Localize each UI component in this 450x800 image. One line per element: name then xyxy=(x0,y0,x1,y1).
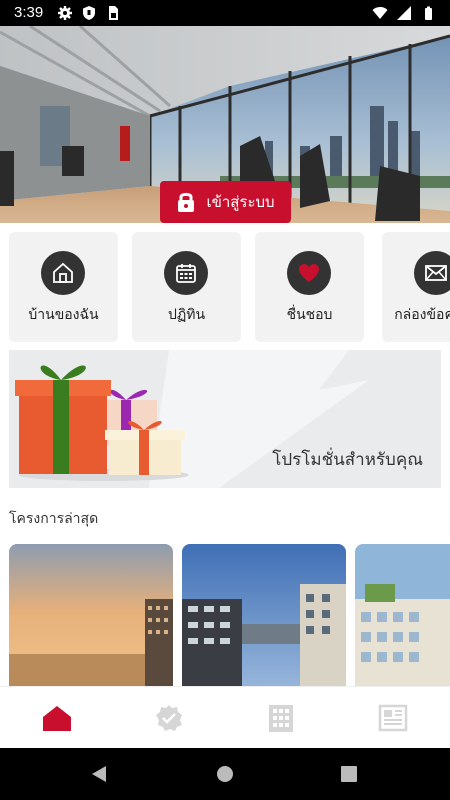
wifi-icon xyxy=(372,7,388,19)
sim-card-icon xyxy=(109,6,118,20)
project-image xyxy=(182,544,346,686)
calendar-icon xyxy=(176,264,196,283)
quick-item-label: ชื่นชอบ xyxy=(286,307,333,323)
project-card[interactable] xyxy=(9,544,173,686)
hero-banner: เข้าสู่ระบบ xyxy=(0,26,450,223)
nav-building-icon[interactable] xyxy=(266,703,296,733)
system-navigation-bar xyxy=(0,748,450,800)
status-time: 3:39 xyxy=(14,4,44,21)
project-image xyxy=(355,544,450,686)
project-card[interactable] xyxy=(355,544,450,686)
quick-item-label: บ้านของฉัน xyxy=(28,307,99,323)
nav-news-icon[interactable] xyxy=(378,703,408,733)
home-icon xyxy=(53,262,73,283)
signal-icon xyxy=(397,6,411,20)
latest-projects-title: โครงการล่าสุด xyxy=(9,511,99,527)
home-circle-icon[interactable] xyxy=(216,765,234,783)
recents-icon[interactable] xyxy=(341,766,357,782)
quick-item-label: กล่องข้อความ xyxy=(394,307,450,323)
bottom-navigation xyxy=(0,686,450,748)
lock-icon xyxy=(178,192,195,212)
quick-item-my-home[interactable]: บ้านของฉัน xyxy=(9,232,118,342)
nav-home-icon[interactable] xyxy=(42,703,72,733)
battery-icon xyxy=(425,6,432,20)
quick-item-label: ปฏิทิน xyxy=(167,307,206,323)
gear-icon xyxy=(58,6,72,20)
back-icon[interactable] xyxy=(90,765,108,783)
status-bar: 3:39 xyxy=(0,0,450,26)
quick-item-favorites[interactable]: ชื่นชอบ xyxy=(255,232,364,342)
quick-item-inbox[interactable]: กล่องข้อความ xyxy=(382,232,450,342)
quick-menu: บ้านของฉัน ปฏิทิน ชื่นชอบ กล่องข้อค xyxy=(9,232,450,342)
shield-icon xyxy=(83,6,95,20)
project-carousel xyxy=(9,544,450,686)
promo-label: โปรโมชั่นสำหรับคุณ xyxy=(272,450,423,470)
promo-banner[interactable]: โปรโมชั่นสำหรับคุณ xyxy=(9,350,441,488)
quick-item-calendar[interactable]: ปฏิทิน xyxy=(132,232,241,342)
heart-icon xyxy=(299,264,319,282)
mail-icon xyxy=(425,265,447,281)
login-button[interactable]: เข้าสู่ระบบ xyxy=(160,181,291,223)
project-card[interactable] xyxy=(182,544,346,686)
project-image xyxy=(9,544,173,686)
login-label: เข้าสู่ระบบ xyxy=(206,193,275,211)
nav-check-badge-icon[interactable] xyxy=(154,703,184,733)
